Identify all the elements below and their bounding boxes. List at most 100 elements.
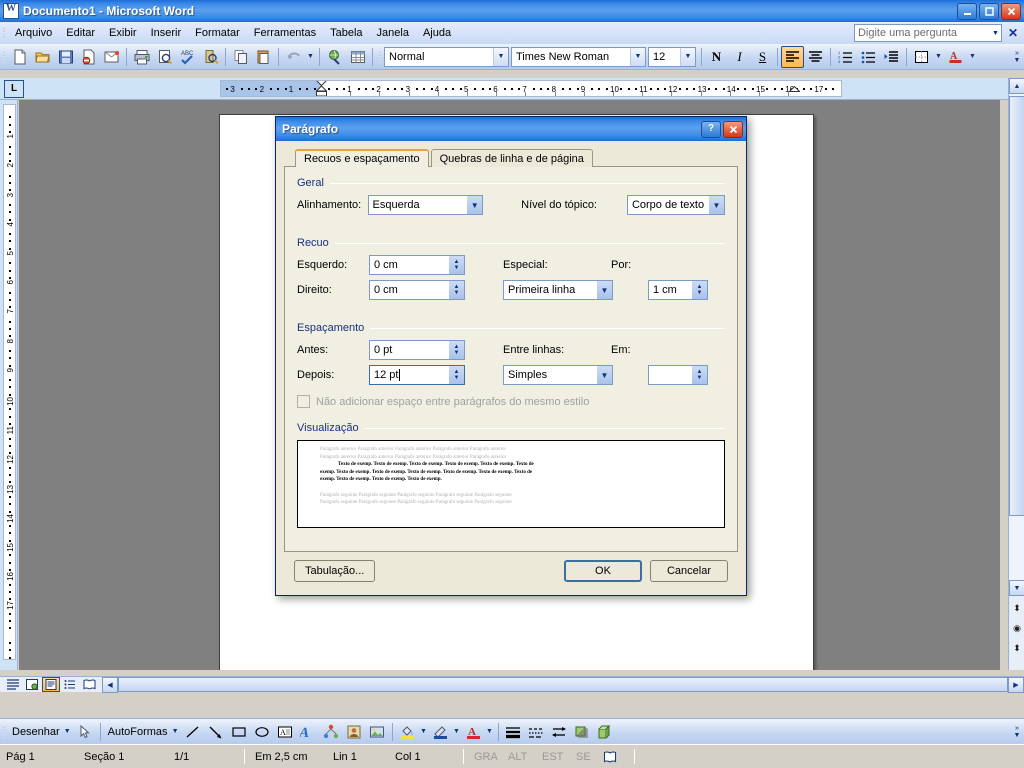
rectangle-icon[interactable] bbox=[228, 721, 251, 743]
space-before-spinner[interactable]: 0 pt ▲ ▼ bbox=[369, 340, 465, 360]
hyperlink-icon[interactable] bbox=[323, 46, 346, 68]
save-icon[interactable] bbox=[54, 46, 77, 68]
status-overtype[interactable]: SE bbox=[570, 751, 596, 763]
vertical-ruler[interactable]: 1 2 3 4 5 6 7 8 9 10 11 12 13 14 15 16 17 bbox=[0, 100, 18, 670]
hscroll-thumb[interactable] bbox=[118, 677, 1008, 692]
print-layout-view-button[interactable] bbox=[42, 677, 60, 692]
line-style-icon[interactable] bbox=[502, 721, 525, 743]
increase-indent-button[interactable] bbox=[880, 46, 903, 68]
fill-color-dropdown-icon[interactable]: ▼ bbox=[419, 721, 429, 743]
font-color-icon[interactable]: A bbox=[462, 721, 485, 743]
horizontal-scrollbar-row[interactable]: ◀ ▶ bbox=[0, 676, 1024, 693]
shadow-style-icon[interactable] bbox=[571, 721, 594, 743]
menu-item-inserir[interactable]: Inserir bbox=[144, 24, 189, 42]
indent-right-spinner[interactable]: 0 cm ▲ ▼ bbox=[369, 280, 465, 300]
spinner-arrows-icon[interactable]: ▲ ▼ bbox=[448, 256, 464, 274]
line-color-dropdown-icon[interactable]: ▼ bbox=[452, 721, 462, 743]
3d-style-icon[interactable] bbox=[594, 721, 617, 743]
tab-recuos-e-espacamento[interactable]: Recuos e espaçamento bbox=[295, 149, 429, 167]
scroll-down-button[interactable]: ▼ bbox=[1009, 580, 1024, 596]
email-icon[interactable] bbox=[100, 46, 123, 68]
spelling-check-icon[interactable]: ABC bbox=[176, 46, 199, 68]
scroll-thumb[interactable] bbox=[1009, 96, 1024, 516]
no-space-same-style-checkbox[interactable] bbox=[297, 395, 310, 408]
close-icon[interactable]: ✕ bbox=[1006, 26, 1020, 40]
space-after-spinner[interactable]: 12 pt ▲ ▼ bbox=[369, 365, 465, 385]
spinner-arrows-icon[interactable]: ▲ ▼ bbox=[448, 281, 464, 299]
scroll-right-button[interactable]: ▶ bbox=[1008, 676, 1024, 693]
undo-icon[interactable] bbox=[282, 46, 305, 68]
clip-art-icon[interactable] bbox=[343, 721, 366, 743]
bulleted-list-button[interactable] bbox=[857, 46, 880, 68]
align-left-button[interactable] bbox=[781, 45, 804, 68]
outline-level-dropdown[interactable]: Corpo de texto ▼ bbox=[626, 195, 725, 215]
bold-button[interactable]: N bbox=[705, 46, 728, 68]
horizontal-ruler[interactable]: L 3 2 1 1 2 3 4 5 6 7 8 9 10 11 12 13 14 15 16 17 bbox=[0, 78, 1024, 100]
outline-view-button[interactable] bbox=[61, 677, 79, 692]
spinner-arrows-icon[interactable]: ▲ ▼ bbox=[691, 281, 707, 299]
chevron-down-icon[interactable]: ▼ bbox=[64, 728, 71, 735]
chevron-down-icon[interactable]: ▼ bbox=[596, 366, 612, 384]
chevron-down-icon[interactable]: ▼ bbox=[466, 196, 483, 214]
font-color-button[interactable]: A bbox=[944, 46, 967, 68]
menu-item-ferramentas[interactable]: Ferramentas bbox=[247, 24, 323, 42]
oval-icon[interactable] bbox=[251, 721, 274, 743]
select-objects-icon[interactable] bbox=[74, 721, 97, 743]
draw-menu-button[interactable]: Desenhar bbox=[8, 726, 64, 738]
arrow-icon[interactable] bbox=[205, 721, 228, 743]
menu-item-editar[interactable]: Editar bbox=[59, 24, 102, 42]
borders-dropdown-icon[interactable]: ▼ bbox=[933, 46, 944, 68]
vertical-scrollbar[interactable]: ▲ ▼ ⬍ ◉ ⬍ bbox=[1008, 78, 1024, 670]
line-spacing-dropdown[interactable]: Simples ▼ bbox=[503, 365, 613, 385]
menu-item-tabela[interactable]: Tabela bbox=[323, 24, 369, 42]
menu-item-janela[interactable]: Janela bbox=[370, 24, 416, 42]
research-icon[interactable] bbox=[199, 46, 222, 68]
status-language-icon[interactable] bbox=[596, 750, 630, 764]
chevron-down-icon[interactable]: ▼ bbox=[596, 281, 612, 299]
select-browse-object-button[interactable]: ◉ bbox=[1009, 620, 1024, 636]
reading-layout-view-button[interactable] bbox=[80, 677, 98, 692]
indent-by-spinner[interactable]: 1 cm ▲ ▼ bbox=[648, 280, 708, 300]
chevron-down-icon[interactable]: ▼ bbox=[680, 47, 695, 66]
status-extend-selection[interactable]: EST bbox=[536, 751, 570, 763]
font-color-dropdown-icon[interactable]: ▼ bbox=[485, 721, 495, 743]
scroll-left-button[interactable]: ◀ bbox=[102, 676, 118, 693]
numbered-list-button[interactable]: 123 bbox=[834, 46, 857, 68]
chevron-down-icon[interactable]: ▼ bbox=[172, 728, 179, 735]
font-size-combo[interactable]: 12 ▼ bbox=[648, 46, 696, 67]
chevron-down-icon[interactable]: ▼ bbox=[992, 30, 999, 37]
indent-left-spinner[interactable]: 0 cm ▲ ▼ bbox=[369, 255, 465, 275]
underline-button[interactable]: S bbox=[751, 46, 774, 68]
scroll-up-button[interactable]: ▲ bbox=[1009, 78, 1024, 94]
drawing-toolbar-overflow-button[interactable]: » ▼ bbox=[1010, 721, 1024, 743]
ok-button[interactable]: OK bbox=[564, 560, 642, 582]
dash-style-icon[interactable] bbox=[525, 721, 548, 743]
cancel-button[interactable]: Cancelar bbox=[650, 560, 728, 582]
tab-selector-button[interactable]: L bbox=[4, 79, 24, 98]
spinner-arrows-icon[interactable]: ▲ ▼ bbox=[448, 366, 464, 384]
special-dropdown[interactable]: Primeira linha ▼ bbox=[503, 280, 613, 300]
wordart-icon[interactable]: A bbox=[297, 721, 320, 743]
fill-color-icon[interactable] bbox=[396, 721, 419, 743]
menu-item-arquivo[interactable]: Arquivo bbox=[8, 24, 59, 42]
tab-quebras-de-linha-e-de-pagina[interactable]: Quebras de linha e de página bbox=[430, 149, 593, 167]
spinner-arrows-icon[interactable]: ▲ ▼ bbox=[691, 366, 707, 384]
line-icon[interactable] bbox=[182, 721, 205, 743]
ask-question-input[interactable]: Digite uma pergunta ▼ bbox=[853, 24, 1002, 42]
status-record-mode[interactable]: GRA bbox=[468, 751, 502, 763]
menubar-grip[interactable] bbox=[0, 25, 8, 41]
help-button[interactable]: ? bbox=[701, 120, 721, 138]
new-document-icon[interactable] bbox=[8, 46, 31, 68]
arrow-style-icon[interactable] bbox=[548, 721, 571, 743]
web-layout-view-button[interactable] bbox=[23, 677, 41, 692]
normal-view-button[interactable] bbox=[4, 677, 22, 692]
menu-item-exibir[interactable]: Exibir bbox=[102, 24, 144, 42]
autoshapes-menu-button[interactable]: AutoFormas bbox=[104, 726, 172, 738]
dialog-close-button[interactable] bbox=[723, 120, 743, 138]
font-color-dropdown-icon[interactable]: ▼ bbox=[967, 46, 978, 68]
drawing-toolbar-grip[interactable] bbox=[0, 724, 8, 740]
open-folder-icon[interactable] bbox=[31, 46, 54, 68]
align-center-button[interactable] bbox=[804, 46, 827, 68]
minimize-button[interactable] bbox=[957, 2, 977, 20]
status-track-changes[interactable]: ALT bbox=[502, 751, 536, 763]
